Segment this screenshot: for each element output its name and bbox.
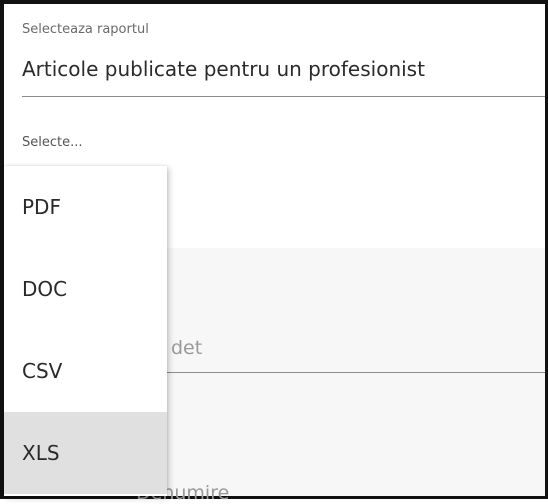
format-option-doc[interactable]: DOC bbox=[4, 248, 167, 330]
format-option-pdf[interactable]: PDF bbox=[4, 166, 167, 248]
format-option-xls[interactable]: XLS bbox=[4, 412, 167, 494]
background-field-1-text: det bbox=[171, 337, 203, 359]
report-select-label: Selecteaza raportul bbox=[22, 22, 149, 37]
background-field-1-underline bbox=[160, 372, 545, 373]
format-dropdown-menu: PDF DOC CSV XLS bbox=[4, 166, 167, 496]
format-select-label: Selecte... bbox=[22, 135, 83, 150]
format-option-csv[interactable]: CSV bbox=[4, 330, 167, 412]
report-select-underline bbox=[22, 96, 545, 97]
report-select-value[interactable]: Articole publicate pentru un profesionis… bbox=[22, 57, 425, 81]
